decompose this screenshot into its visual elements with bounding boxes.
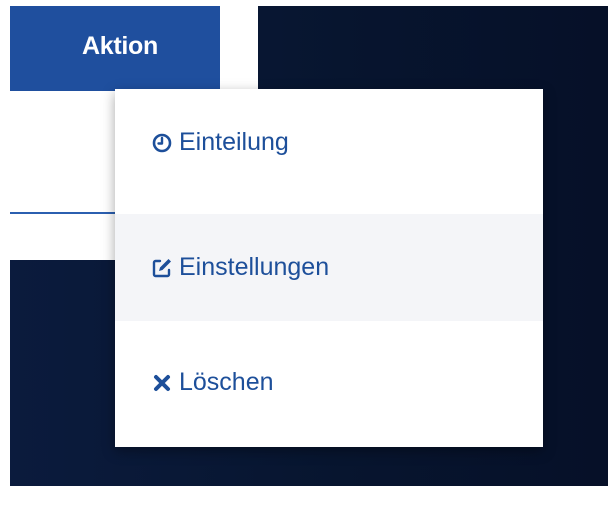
close-icon	[151, 372, 173, 394]
edit-icon	[151, 257, 173, 279]
app-background: Aktion Einteilung Einstellungen Löschen	[10, 6, 608, 486]
action-dropdown-menu: Einteilung Einstellungen Löschen	[115, 89, 543, 447]
menu-item-label: Einstellungen	[179, 253, 330, 281]
menu-item-einteilung[interactable]: Einteilung	[115, 89, 543, 196]
menu-item-loeschen[interactable]: Löschen	[115, 329, 543, 436]
clock-icon	[151, 132, 173, 154]
menu-item-einstellungen[interactable]: Einstellungen	[115, 214, 543, 321]
menu-item-label: Einteilung	[179, 128, 289, 156]
menu-item-label: Löschen	[179, 368, 274, 396]
column-header-aktion[interactable]: Aktion	[82, 32, 158, 61]
table-header: Aktion	[10, 6, 220, 91]
